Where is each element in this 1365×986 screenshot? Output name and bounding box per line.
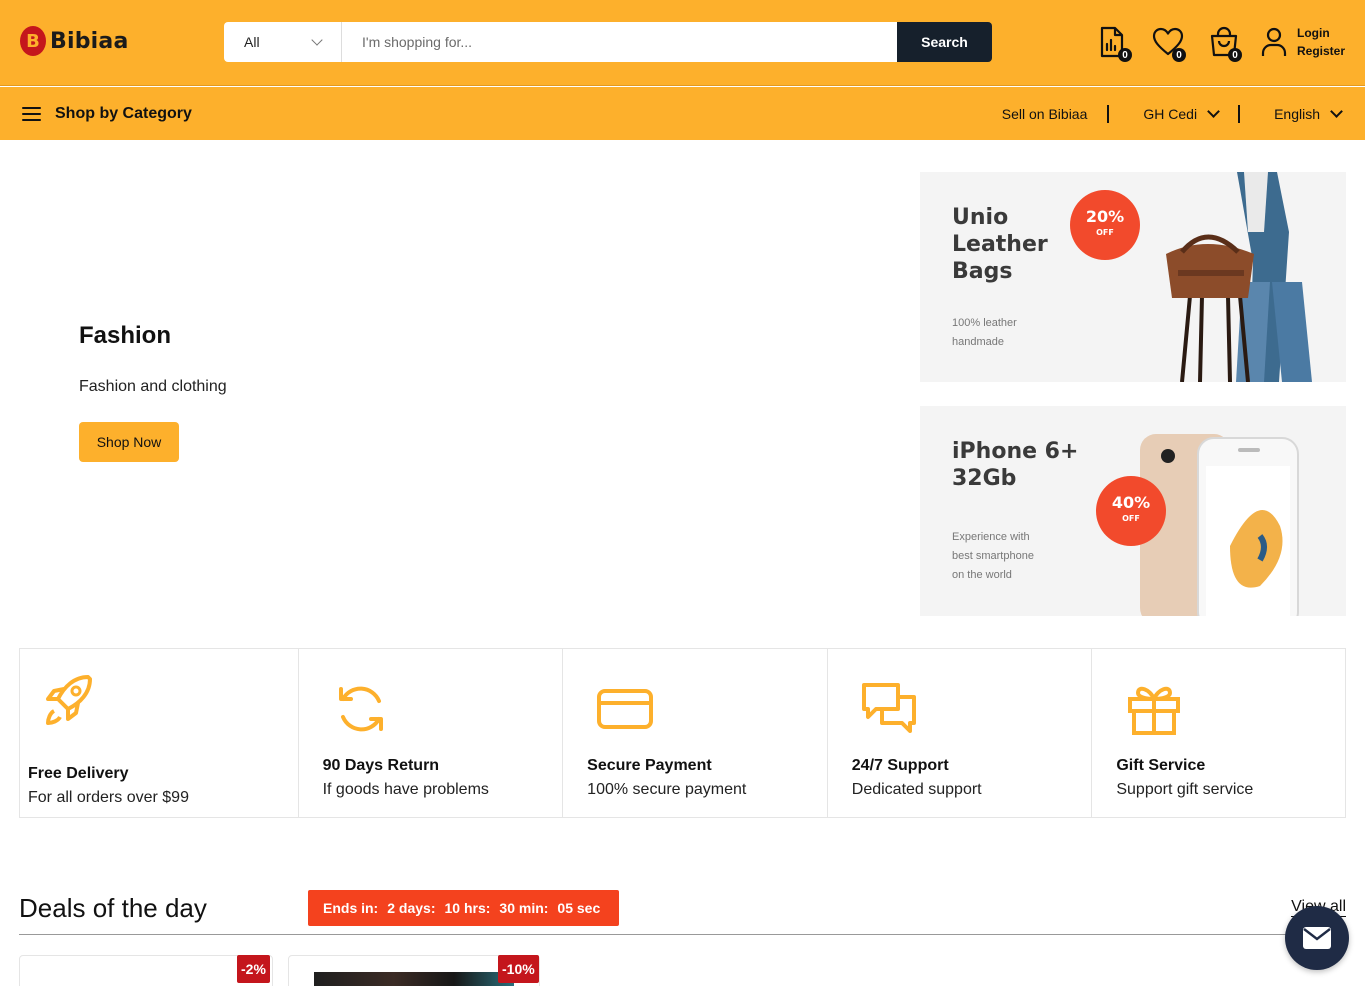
menu-icon [22,106,41,121]
refresh-icon [338,686,383,732]
feature-gift-service: Gift Service Support gift service [1092,649,1345,817]
newsletter-button[interactable] [1285,906,1349,970]
search-category-select[interactable]: All [224,22,342,62]
feature-title: 24/7 Support [851,757,949,774]
cart-button[interactable]: 0 [1208,26,1242,62]
search-input[interactable] [342,22,897,62]
feature-title: 90 Days Return [322,757,440,774]
deals-countdown: Ends in: 2 days: 10 hrs: 30 min: 05 sec [308,890,619,926]
banner-subtitle: 100% leather handmade [952,317,1017,348]
banner-title: iPhone 6+ 32Gb [952,439,1079,491]
chat-icon [861,683,916,733]
chevron-down-icon [311,34,323,46]
banner-subtitle: Experience with best smartphone on the w… [952,531,1034,581]
hero-slide: Fashion Fashion and clothing Shop Now [79,322,227,462]
feature-title: Free Delivery [28,765,129,782]
feature-title: Gift Service [1116,757,1206,774]
nav-bar: Shop by Category Sell on Bibiaa GH Cedi … [0,87,1365,140]
rocket-icon [46,675,92,725]
discount-badge: 40% OFF [1096,476,1166,546]
credit-card-icon [597,689,654,729]
language-value: English [1274,105,1320,122]
countdown-label: Ends in: [323,900,379,916]
nav-right: Sell on Bibiaa GH Cedi English [1002,87,1343,140]
chevron-down-icon [1330,104,1343,118]
logo[interactable]: B Bibiaa [20,26,129,56]
feature-subtitle: Dedicated support [851,781,982,798]
search-bar: All Search [224,22,992,62]
wishlist-button[interactable]: 0 [1152,26,1186,62]
divider [19,934,1346,935]
discount-badge: 20% OFF [1070,190,1140,260]
language-select[interactable]: English [1274,104,1343,122]
countdown-minutes: 30 min: [499,900,549,916]
sell-link[interactable]: Sell on Bibiaa [1002,106,1088,122]
feature-free-delivery: Free Delivery For all orders over $99 [20,649,299,817]
currency-select[interactable]: GH Cedi [1143,104,1220,122]
currency-value: GH Cedi [1143,105,1198,122]
cart-count-badge: 0 [1228,48,1242,62]
shop-now-button[interactable]: Shop Now [79,422,179,462]
search-button[interactable]: Search [897,22,992,62]
countdown-seconds: 05 sec [557,900,601,916]
mail-icon [1303,927,1331,949]
divider [1107,104,1110,123]
feature-subtitle: For all orders over $99 [28,789,189,806]
gift-icon [1128,686,1181,735]
chevron-down-icon [1207,104,1220,118]
user-icon [1261,27,1287,56]
discount-badge: -10% [498,955,539,983]
hero-title: Fashion [79,322,172,349]
promo-banner-iphone[interactable]: iPhone 6+ 32Gb Experience with best smar… [920,406,1346,616]
search-category-value: All [244,34,260,50]
countdown-hours: 10 hrs: [444,900,491,916]
deals-title: Deals of the day [19,893,207,923]
product-card[interactable] [19,955,273,986]
banner-title: Unio Leather Bags [952,205,1048,284]
feature-returns: 90 Days Return If goods have problems [299,649,564,817]
divider [1238,104,1241,123]
hero-subtitle: Fashion and clothing [79,378,227,395]
logo-text: Bibiaa [50,28,129,54]
feature-subtitle: Support gift service [1116,781,1254,798]
account-links: Login Register [1297,24,1345,60]
leather-bag-image [1132,172,1346,382]
logo-mark-icon: B [20,26,46,56]
shop-by-category-label: Shop by Category [55,104,192,122]
wishlist-count-badge: 0 [1172,48,1186,62]
countdown-days: 2 days: [387,900,436,916]
features-strip: Free Delivery For all orders over $99 90… [19,648,1346,818]
shop-by-category-button[interactable]: Shop by Category [22,87,192,140]
feature-support: 24/7 Support Dedicated support [828,649,1093,817]
feature-subtitle: 100% secure payment [587,781,747,798]
discount-badge: -2% [237,955,270,983]
compare-count-badge: 0 [1118,48,1132,62]
login-link[interactable]: Login [1297,24,1345,42]
feature-secure-payment: Secure Payment 100% secure payment [563,649,828,817]
feature-subtitle: If goods have problems [322,781,489,798]
feature-title: Secure Payment [587,757,712,774]
register-link[interactable]: Register [1297,42,1345,60]
top-header: B Bibiaa All Search 0 0 0 [0,0,1365,86]
compare-button[interactable]: 0 [1098,26,1132,62]
product-image [314,972,514,986]
promo-banner-bags[interactable]: Unio Leather Bags 100% leather handmade … [920,172,1346,382]
